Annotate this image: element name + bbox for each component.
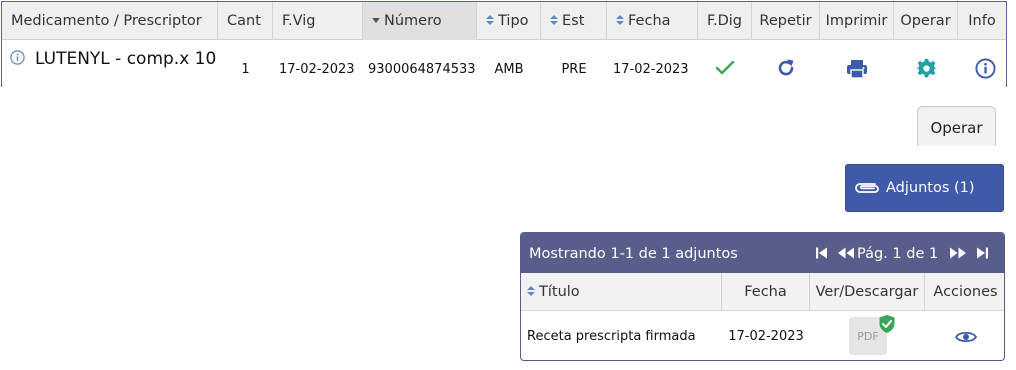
attachment-date: 17-02-2023 — [728, 329, 804, 344]
sort-icon — [527, 286, 535, 296]
check-icon — [715, 60, 735, 75]
attachments-grid-titlebar: Mostrando 1-1 de 1 adjuntos Pág. 1 de 1 — [521, 233, 1004, 273]
col-fvig-label: F.Vig — [282, 13, 316, 29]
previous-page-icon[interactable] — [837, 246, 855, 260]
tab-operar-label: Operar — [930, 119, 983, 137]
col-medicamento-label: Medicamento / Prescriptor — [11, 13, 202, 29]
view-eye-icon[interactable] — [955, 330, 977, 344]
attachment-title: Receta prescripta firmada — [527, 329, 696, 344]
col-fecha-label: Fecha — [628, 13, 671, 29]
col-repetir-label: Repetir — [759, 13, 812, 29]
col-operar: Operar — [894, 2, 958, 40]
medication-cell: LUTENYL - comp.x 10 — [10, 47, 216, 71]
prescriptions-table: Medicamento / Prescriptor Cant F.Vig Núm… — [1, 1, 1007, 88]
last-page-icon[interactable] — [975, 246, 989, 260]
col-medicamento: Medicamento / Prescriptor — [2, 2, 218, 40]
col-titulo-sortable[interactable]: Título — [521, 273, 722, 311]
fecha-cell: 17-02-2023 — [613, 62, 689, 77]
table-row: Receta prescripta firmada 17-02-2023 PDF — [521, 312, 1004, 360]
col-tipo-label: Tipo — [498, 13, 529, 29]
tab-operar[interactable]: Operar — [917, 106, 996, 146]
col-tipo-sortable[interactable]: Tipo — [477, 2, 541, 40]
gear-icon[interactable] — [916, 58, 937, 79]
fvig-cell: 17-02-2023 — [279, 62, 355, 77]
sort-desc-icon — [372, 18, 380, 23]
paperclip-icon — [855, 183, 879, 193]
col-numero-sortable[interactable]: Número — [363, 2, 477, 40]
col-info-label: Info — [968, 13, 996, 29]
signed-check-icon — [879, 315, 895, 333]
col-imprimir-label: Imprimir — [825, 13, 888, 29]
col-acciones-label: Acciones — [933, 284, 998, 300]
adjuntos-button[interactable]: Adjuntos (1) — [845, 164, 1004, 212]
col-ver-descargar: Ver/Descargar — [810, 273, 925, 311]
col-operar-label: Operar — [900, 13, 951, 29]
attachments-grid: Mostrando 1-1 de 1 adjuntos Pág. 1 de 1 … — [520, 232, 1005, 361]
col-cant-label: Cant — [227, 13, 261, 29]
info-icon[interactable] — [10, 50, 25, 65]
tipo-cell: AMB — [494, 62, 524, 77]
sort-icon — [550, 15, 558, 25]
prescriptions-table-header: Medicamento / Prescriptor Cant F.Vig Núm… — [2, 2, 1006, 40]
col-repetir: Repetir — [752, 2, 820, 40]
col-titulo-label: Título — [539, 284, 580, 300]
table-row: LUTENYL - comp.x 10 1 17-02-2023 9300064… — [2, 41, 1006, 88]
col-acciones: Acciones — [925, 273, 1004, 311]
print-icon[interactable] — [846, 59, 868, 79]
sort-icon — [486, 15, 494, 25]
col-fdig-label: F.Dig — [706, 13, 743, 29]
attachments-count-text: Mostrando 1-1 de 1 adjuntos — [529, 246, 738, 262]
numero-cell: 9300064874533 — [368, 62, 476, 77]
repeat-icon[interactable] — [776, 58, 796, 78]
col-imprimir: Imprimir — [820, 2, 894, 40]
col-info: Info — [958, 2, 1006, 40]
col-est-label: Est — [562, 13, 585, 29]
col-fecha-sortable[interactable]: Fecha — [607, 2, 698, 40]
adjuntos-button-label: Adjuntos (1) — [886, 180, 975, 196]
sort-icon — [616, 15, 624, 25]
page-label: Pág. 1 de 1 — [857, 246, 939, 262]
col-numero-label: Número — [384, 13, 442, 29]
col-fdig: F.Dig — [698, 2, 752, 40]
pdf-label: PDF — [857, 330, 879, 343]
cant-cell: 1 — [241, 62, 250, 77]
info-icon[interactable] — [975, 58, 996, 79]
attachments-grid-header: Título Fecha Ver/Descargar Acciones — [521, 273, 1004, 311]
next-page-icon[interactable] — [949, 246, 967, 260]
col-fvig: F.Vig — [273, 2, 363, 40]
medication-name: LUTENYL - comp.x 10 — [35, 49, 217, 69]
col-fecha: Fecha — [722, 273, 810, 311]
col-cant: Cant — [218, 2, 273, 40]
col-ver-label: Ver/Descargar — [815, 284, 919, 300]
first-page-icon[interactable] — [815, 246, 829, 260]
col-fecha-label: Fecha — [744, 284, 787, 300]
col-est-sortable[interactable]: Est — [541, 2, 607, 40]
est-cell: PRE — [561, 62, 587, 77]
